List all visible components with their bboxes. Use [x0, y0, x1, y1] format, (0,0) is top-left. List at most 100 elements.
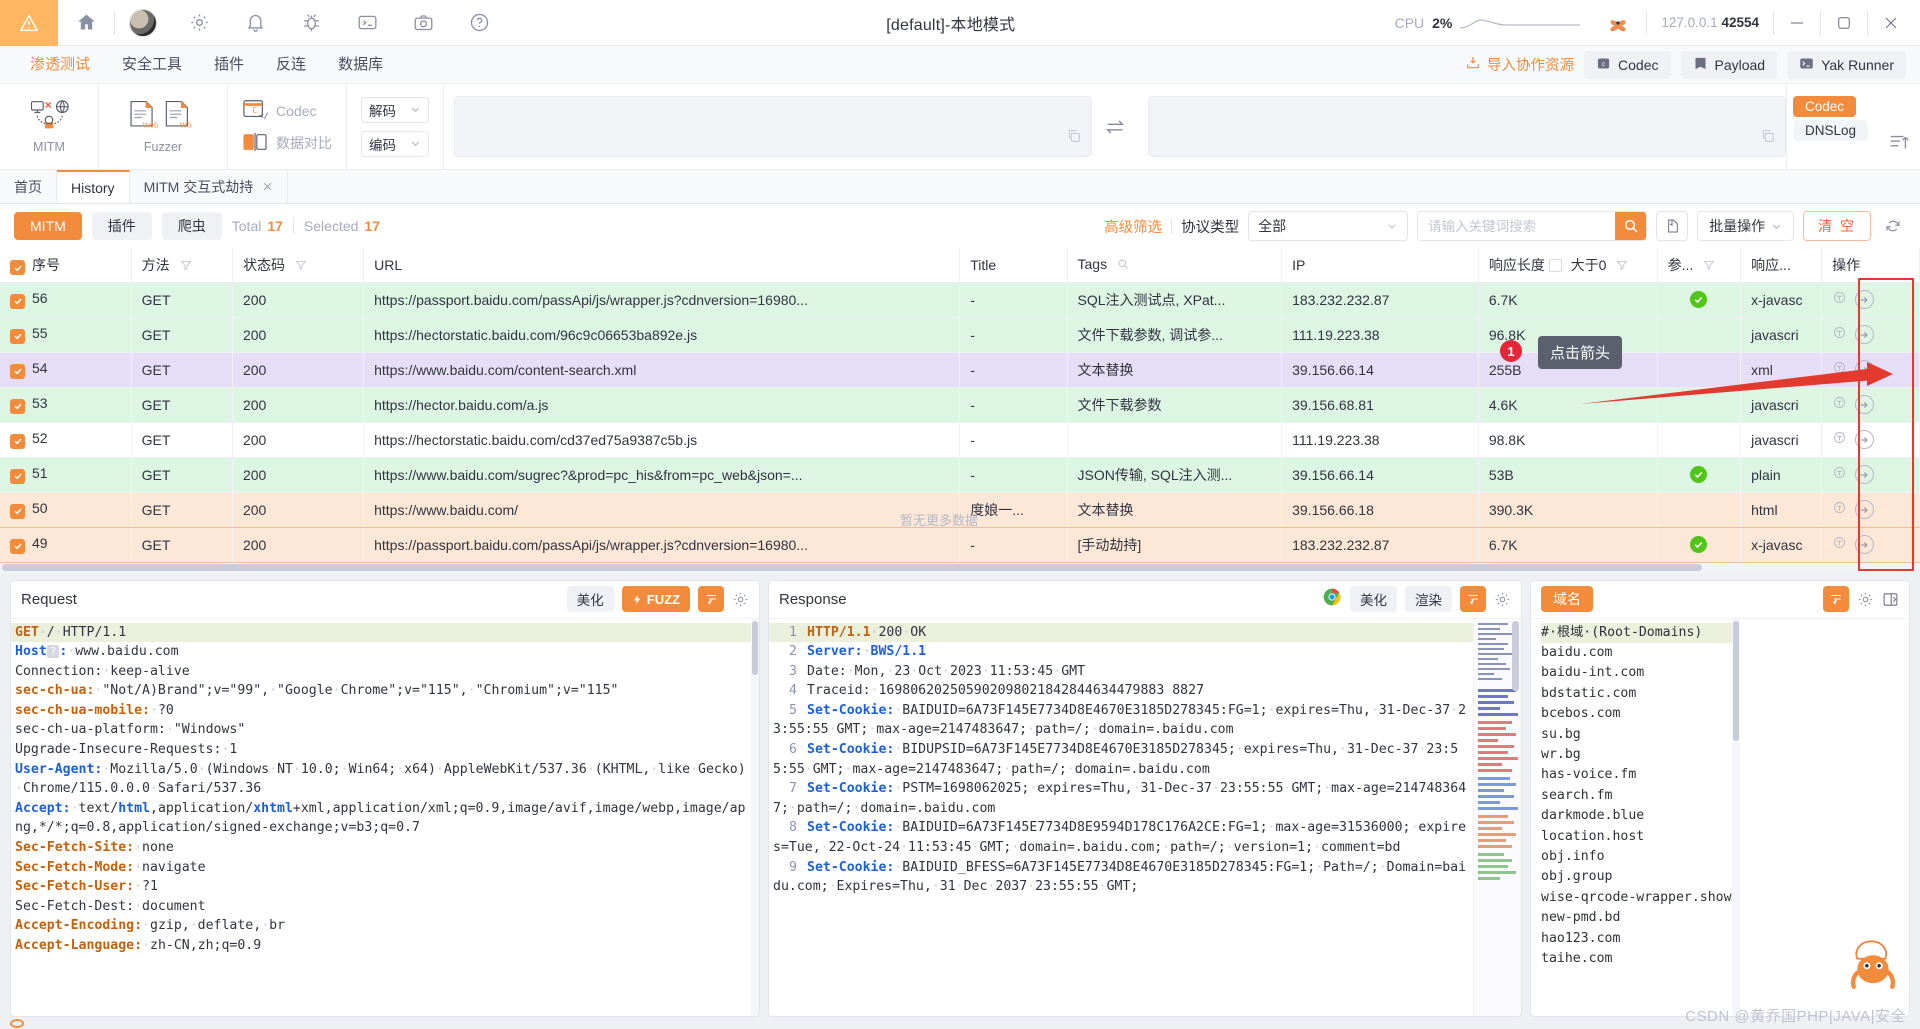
import-resource-button[interactable]: 导入协作资源	[1465, 54, 1574, 75]
row-checkbox[interactable]	[10, 328, 25, 344]
table-row[interactable]: 54 GET 200 https://www.baidu.com/content-se…	[0, 352, 1920, 388]
domain-settings-button[interactable]	[1857, 591, 1874, 608]
bell-icon[interactable]	[227, 0, 283, 46]
cell-url[interactable]: https://hectorstatic.baidu.com/96c9c0665…	[363, 317, 961, 353]
domain-list-item[interactable]: wise-qrcode-wrapper.show	[1541, 888, 1732, 908]
tab-mitm-hijack[interactable]: MITM 交互式劫持	[130, 170, 289, 203]
menu-item-reverse[interactable]: 反连	[260, 46, 322, 84]
side-tab-dnslog[interactable]: DNSLog	[1793, 120, 1869, 141]
chip-codec[interactable]: c Codec	[1584, 50, 1671, 79]
help-icon[interactable]	[451, 0, 507, 46]
data-compare-button[interactable]: 数据对比	[242, 131, 332, 156]
send-to-arrow-button[interactable]	[1854, 500, 1874, 520]
copy-icon[interactable]	[1066, 128, 1082, 149]
advanced-filter-link[interactable]: 高级筛选	[1104, 216, 1162, 237]
cell-operation[interactable]	[1821, 352, 1920, 388]
filter-icon[interactable]	[1703, 258, 1715, 274]
request-code[interactable]: GET·/·HTTP/1.1 Host?:·www.baidu.com Connec…	[11, 619, 751, 1017]
domain-list-item[interactable]: has-voice.fm	[1541, 765, 1732, 785]
cell-url[interactable]: https://hectorstatic.baidu.com/cd37ed75a…	[363, 422, 961, 458]
chip-yak-runner[interactable]: Yak Runner	[1787, 50, 1906, 79]
response-minimap[interactable]	[1473, 618, 1521, 1016]
send-to-arrow-button[interactable]	[1854, 430, 1874, 450]
table-row[interactable]: 52 GET 200 https://hectorstatic.baidu.com/c…	[0, 422, 1920, 458]
tool-mitm[interactable]: MITM	[18, 99, 80, 154]
request-settings-button[interactable]	[732, 591, 749, 608]
send-to-arrow-button[interactable]	[1854, 395, 1874, 415]
cell-index[interactable]: 52	[0, 422, 132, 458]
filter-icon[interactable]	[295, 258, 307, 274]
pill-plugin[interactable]: 插件	[91, 212, 152, 240]
cell-operation[interactable]	[1821, 526, 1920, 563]
tool-fuzzer[interactable]: Web WS Fuzzer	[117, 99, 209, 154]
protocol-type-select[interactable]: 全部	[1248, 211, 1409, 241]
domain-list-item[interactable]: su.bg	[1541, 725, 1732, 745]
request-fuzz-button[interactable]: FUZZ	[621, 586, 690, 612]
response-beautify-button[interactable]: 美化	[1350, 586, 1397, 612]
view-icon[interactable]	[1832, 396, 1847, 413]
domain-list-item[interactable]: bcebos.com	[1541, 704, 1732, 724]
close-button[interactable]	[1868, 0, 1914, 46]
cell-index[interactable]: 54	[0, 352, 132, 388]
request-scrollbar[interactable]	[751, 618, 759, 1016]
cell-url[interactable]: https://www.baidu.com/sugrec?&prod=pc_hi…	[363, 457, 961, 493]
domain-list-item[interactable]: bdstatic.com	[1541, 684, 1732, 704]
codec-button[interactable]: C </> Codec	[242, 98, 316, 125]
view-icon[interactable]	[1832, 501, 1847, 518]
request-wrap-button[interactable]	[698, 586, 724, 612]
response-wrap-button[interactable]	[1460, 586, 1486, 612]
terminal-icon[interactable]	[339, 0, 395, 46]
view-icon[interactable]	[1832, 466, 1847, 483]
maximize-button[interactable]	[1821, 0, 1867, 46]
pill-crawler[interactable]: 爬虫	[161, 212, 222, 240]
table-row[interactable]: 49 GET 200 https://passport.baidu.com/passA…	[0, 526, 1920, 563]
row-checkbox[interactable]	[10, 363, 25, 379]
send-to-arrow-button[interactable]	[1854, 290, 1874, 310]
domain-panel-body[interactable]: #·根域·(Root-Domains) baidu.com baidu-int.co…	[1531, 618, 1909, 1017]
cell-index[interactable]: 50	[0, 491, 132, 528]
gear-icon[interactable]	[171, 0, 227, 46]
codec-input-box[interactable]	[454, 96, 1092, 157]
domain-list-item[interactable]: darkmode.blue	[1541, 806, 1732, 826]
pill-mitm[interactable]: MITM	[14, 212, 82, 240]
chrome-icon[interactable]	[1322, 587, 1342, 612]
encode-select[interactable]: 编码	[361, 130, 429, 157]
minimap-thumb[interactable]	[1512, 620, 1519, 691]
clear-button[interactable]: 清 空	[1803, 211, 1871, 241]
domain-list-item[interactable]: obj.info	[1541, 847, 1732, 867]
domain-expand-button[interactable]	[1882, 591, 1899, 608]
camera-icon[interactable]	[395, 0, 451, 46]
export-button[interactable]	[1656, 211, 1689, 241]
cell-index[interactable]: 49	[0, 526, 132, 563]
batch-action-button[interactable]: 批量操作	[1697, 211, 1795, 241]
col-tags[interactable]: Tags	[1067, 248, 1283, 283]
table-horizontal-scrollbar[interactable]	[0, 562, 1920, 572]
search-button[interactable]	[1615, 212, 1647, 240]
greater-than-checkbox[interactable]	[1548, 258, 1562, 272]
cell-index[interactable]: 56	[0, 282, 132, 318]
warning-icon[interactable]	[0, 0, 58, 46]
codec-output-box[interactable]	[1148, 96, 1786, 157]
view-icon[interactable]	[1832, 291, 1847, 308]
cell-operation[interactable]	[1821, 457, 1920, 493]
tab-home[interactable]: 首页	[0, 170, 57, 203]
menu-item-database[interactable]: 数据库	[322, 46, 399, 84]
domain-list-item[interactable]: obj.group	[1541, 867, 1732, 887]
table-row[interactable]: 53 GET 200 https://hector.baidu.com/a.js - 文件…	[0, 387, 1920, 423]
domain-wrap-button[interactable]	[1823, 586, 1849, 612]
domain-list-item[interactable]: new-pmd.bd	[1541, 908, 1732, 928]
refresh-button[interactable]	[1880, 211, 1906, 241]
send-to-arrow-button[interactable]	[1854, 465, 1874, 485]
select-all-checkbox[interactable]	[10, 260, 25, 275]
row-checkbox[interactable]	[10, 468, 25, 484]
response-settings-button[interactable]	[1494, 591, 1511, 608]
ribbon-collapse-button[interactable]	[1878, 84, 1920, 169]
cell-url[interactable]: https://www.baidu.com/content-search.xml	[363, 352, 961, 388]
domain-list-item[interactable]: hao123.com	[1541, 929, 1732, 949]
send-to-arrow-button[interactable]	[1854, 535, 1874, 555]
table-row[interactable]: 55 GET 200 https://hectorstatic.baidu.com/9…	[0, 317, 1920, 353]
domain-list[interactable]: #·根域·(Root-Domains) baidu.com baidu-int.co…	[1531, 619, 1732, 1017]
avatar[interactable]	[115, 0, 171, 46]
cell-operation[interactable]	[1821, 317, 1920, 353]
col-ip[interactable]: IP	[1281, 248, 1479, 283]
